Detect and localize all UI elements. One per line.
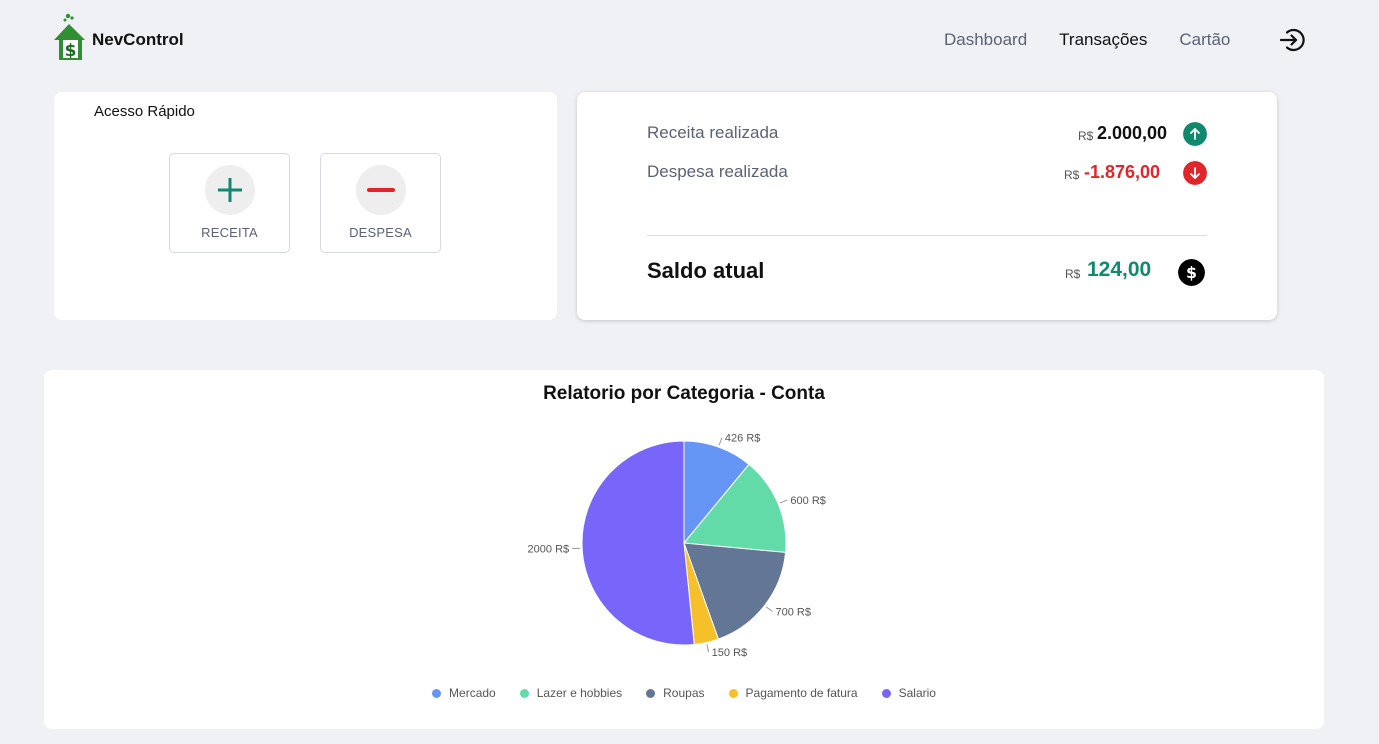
chart-legend: Mercado Lazer e hobbies Roupas Pagamento de…	[44, 686, 1324, 700]
svg-text:$: $	[1186, 263, 1197, 282]
legend-label: Mercado	[449, 686, 496, 700]
legend-item[interactable]: Lazer e hobbies	[519, 686, 623, 700]
legend-dot-icon	[432, 688, 442, 698]
receita-currency: R$	[1078, 129, 1094, 143]
despesa-button-label: DESPESA	[349, 225, 412, 240]
summary-divider	[647, 235, 1207, 236]
legend-dot-icon	[646, 688, 656, 698]
pie-data-label: 600 R$	[790, 495, 825, 507]
pie-label-leader	[765, 606, 773, 613]
app-name: NevControl	[92, 30, 184, 49]
add-receita-button[interactable]: RECEITA	[169, 153, 290, 253]
house-money-logo-icon: $	[54, 13, 85, 61]
dollar-icon: $	[1178, 259, 1205, 286]
pie-label-leader	[779, 499, 788, 504]
legend-dot-icon	[519, 688, 529, 698]
pie-slice-salario[interactable]	[581, 440, 695, 646]
despesa-value: -1.876,00	[1084, 162, 1161, 182]
minus-icon	[356, 165, 406, 215]
add-despesa-button[interactable]: DESPESA	[320, 153, 441, 253]
quick-access-card: Acesso Rápido RECEITA DESPESA	[54, 92, 557, 320]
receita-button-label: RECEITA	[201, 225, 258, 240]
pie-label-leader	[718, 437, 723, 446]
legend-label: Pagamento de fatura	[745, 686, 858, 700]
logout-icon[interactable]	[1279, 27, 1305, 53]
legend-item[interactable]: Roupas	[646, 686, 705, 700]
pie-label-leader	[706, 644, 710, 653]
app-logo[interactable]: $ NevControl	[52, 12, 184, 62]
legend-label: Salario	[898, 686, 936, 700]
svg-text:$: $	[65, 41, 77, 61]
receita-value: 2.000,00	[1097, 123, 1168, 143]
legend-dot-icon	[728, 688, 738, 698]
pie-data-label: 2000 R$	[528, 544, 570, 556]
saldo-label: Saldo atual	[647, 258, 765, 283]
arrow-up-icon	[1183, 122, 1207, 146]
despesa-label: Despesa realizada	[647, 162, 788, 181]
pie-chart: 426 R$ 600 R$ 700 R$ 150 R$ 2000 R$	[528, 433, 826, 660]
pie-data-label: 426 R$	[725, 433, 760, 445]
arrow-down-icon	[1183, 161, 1207, 185]
category-report-card: Relatorio por Categoria - Conta 426 R$ 60…	[44, 370, 1324, 729]
receita-label: Receita realizada	[647, 123, 779, 142]
main-nav: Dashboard Transações Cartão	[944, 30, 1262, 50]
nav-dashboard[interactable]: Dashboard	[944, 30, 1027, 50]
legend-item[interactable]: Pagamento de fatura	[728, 686, 858, 700]
nav-cartao[interactable]: Cartão	[1179, 30, 1230, 50]
saldo-value: 124,00	[1087, 258, 1152, 281]
quick-access-title: Acesso Rápido	[94, 103, 195, 120]
despesa-currency: R$	[1064, 168, 1080, 182]
nav-transacoes[interactable]: Transações	[1059, 30, 1147, 50]
legend-label: Roupas	[663, 686, 705, 700]
pie-data-label: 150 R$	[712, 647, 747, 659]
legend-item[interactable]: Salario	[881, 686, 936, 700]
pie-data-label: 700 R$	[775, 607, 810, 619]
legend-label: Lazer e hobbies	[536, 686, 623, 700]
legend-dot-icon	[881, 688, 891, 698]
balance-summary-card: Receita realizada R$ 2.000,00 Despesa re…	[577, 92, 1277, 320]
saldo-currency: R$	[1065, 267, 1081, 281]
legend-item[interactable]: Mercado	[432, 686, 496, 700]
plus-icon	[205, 165, 255, 215]
